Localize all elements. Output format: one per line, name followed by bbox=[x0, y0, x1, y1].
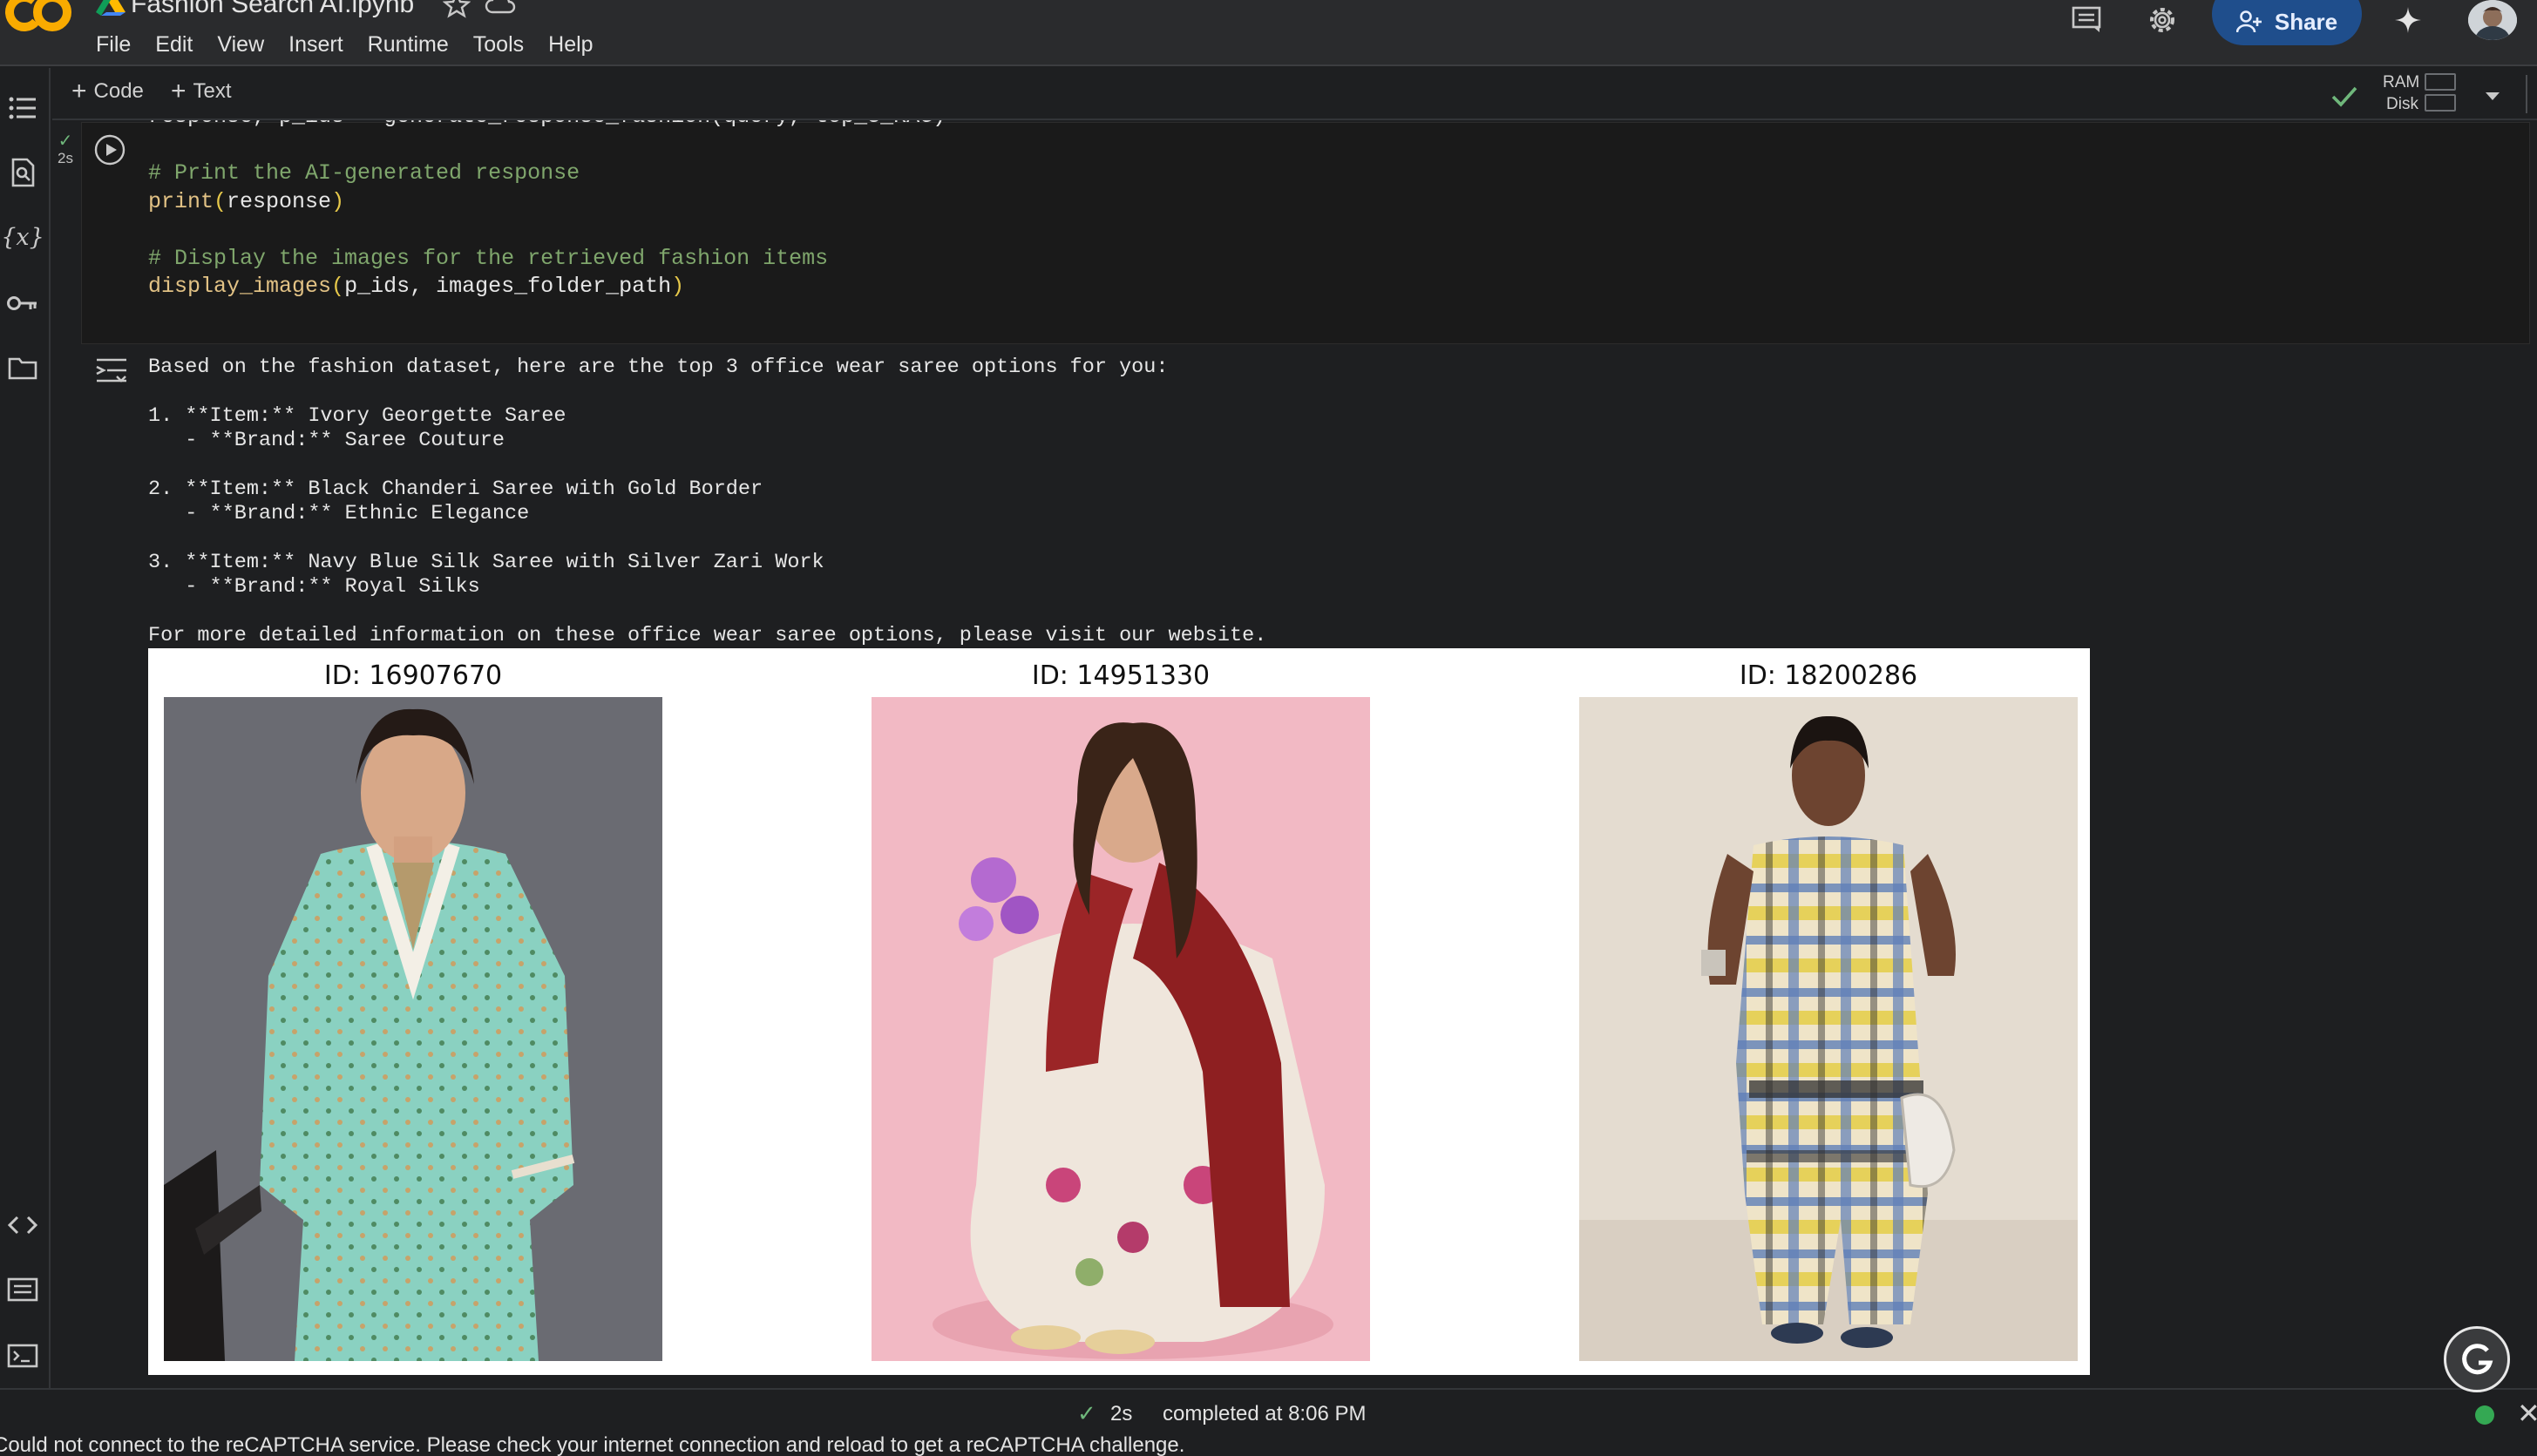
files-folder-icon[interactable] bbox=[5, 350, 40, 385]
code-arguments: p_ids, images_folder_path bbox=[344, 274, 672, 299]
secrets-key-icon[interactable] bbox=[5, 286, 40, 321]
status-completed-time: completed at 8:06 PM bbox=[1163, 1402, 1367, 1426]
star-icon[interactable] bbox=[443, 0, 471, 19]
code-function-name: display_images bbox=[148, 274, 332, 299]
code-line: print(response) bbox=[148, 188, 345, 214]
menu-insert[interactable]: Insert bbox=[276, 30, 356, 59]
menu-runtime[interactable]: Runtime bbox=[356, 30, 461, 59]
menu-help[interactable]: Help bbox=[536, 30, 605, 59]
variables-icon[interactable]: {x} bbox=[1, 220, 44, 254]
add-text-label: Text bbox=[193, 79, 232, 103]
connection-status-dot bbox=[2475, 1405, 2494, 1425]
product-id-label: ID: 14951330 bbox=[1031, 660, 1211, 691]
execution-status: ✓ 2s bbox=[54, 132, 77, 167]
share-label: Share bbox=[2274, 8, 2338, 35]
table-of-contents-icon[interactable] bbox=[5, 91, 40, 125]
close-icon[interactable]: ✕ bbox=[2517, 1397, 2537, 1430]
comments-icon[interactable] bbox=[2071, 5, 2102, 33]
code-comment: # Display the images for the retrieved f… bbox=[148, 245, 829, 271]
toolbar-divider bbox=[2526, 75, 2527, 113]
output-line: For more detailed information on these o… bbox=[148, 624, 1267, 647]
notebook-title[interactable]: Fashion Search AI.ipynb bbox=[131, 0, 414, 19]
command-palette-icon[interactable] bbox=[5, 1272, 40, 1307]
gemini-icon[interactable] bbox=[2393, 5, 2423, 35]
share-button[interactable]: Share bbox=[2212, 0, 2362, 45]
product-id-label: ID: 18200286 bbox=[1739, 660, 1918, 691]
find-icon[interactable] bbox=[5, 155, 40, 190]
output-line: 1. **Item:** Ivory Georgette Saree bbox=[148, 404, 566, 428]
status-bar: ✓ 2s completed at 8:06 PM ✕ Could not co… bbox=[0, 1388, 2537, 1456]
code-line: response, p_ids = generate_response_fash… bbox=[148, 104, 946, 129]
run-cell-button[interactable] bbox=[94, 134, 125, 166]
status-duration: 2s bbox=[1110, 1402, 1133, 1426]
exec-time: 2s bbox=[58, 150, 73, 166]
ram-label: RAM bbox=[2383, 73, 2420, 91]
product-id-label: ID: 16907670 bbox=[323, 660, 503, 691]
status-check-icon: ✓ bbox=[1077, 1400, 1096, 1426]
output-actions-icon[interactable] bbox=[94, 356, 129, 385]
product-image-grid: ID: 16907670 ID: 14951330 ID: 18200286 bbox=[148, 648, 2090, 1375]
cell-output-text: Based on the fashion dataset, here are t… bbox=[148, 356, 1266, 648]
add-code-button[interactable]: + Code bbox=[71, 78, 144, 105]
menu-view[interactable]: View bbox=[205, 30, 276, 59]
output-line: - **Brand:** Royal Silks bbox=[148, 575, 480, 599]
drive-icon[interactable] bbox=[96, 0, 125, 16]
code-arguments: response bbox=[227, 188, 332, 214]
header-bar: Fashion Search AI.ipynb File Edit View I… bbox=[0, 0, 2537, 66]
share-person-icon bbox=[2235, 10, 2262, 33]
output-line: Based on the fashion dataset, here are t… bbox=[148, 356, 1169, 379]
checked-kurta-photo bbox=[1579, 697, 2078, 1361]
add-text-button[interactable]: + Text bbox=[171, 78, 232, 105]
connected-check-icon bbox=[2331, 86, 2357, 107]
output-line: 3. **Item:** Navy Blue Silk Saree with S… bbox=[148, 551, 824, 574]
floral-suit-photo bbox=[872, 697, 1370, 1361]
code-line: display_images(p_ids, images_folder_path… bbox=[148, 274, 685, 299]
menu-bar: File Edit View Insert Runtime Tools Help bbox=[96, 30, 606, 59]
plus-icon: + bbox=[171, 77, 187, 105]
output-line: 2. **Item:** Black Chanderi Saree with G… bbox=[148, 477, 763, 501]
code-snippets-icon[interactable] bbox=[5, 1208, 40, 1243]
menu-file[interactable]: File bbox=[96, 30, 143, 59]
terminal-icon[interactable] bbox=[5, 1338, 40, 1373]
exec-check-icon: ✓ bbox=[58, 132, 73, 151]
recaptcha-error-message: Could not connect to the reCAPTCHA servi… bbox=[0, 1433, 1185, 1456]
cloud-saved-icon[interactable] bbox=[485, 0, 516, 17]
code-line: # Print the AI-generated response bbox=[148, 159, 946, 188]
ram-meter[interactable] bbox=[2425, 73, 2456, 91]
grammarly-icon[interactable] bbox=[2444, 1326, 2510, 1392]
output-line: - **Brand:** Saree Couture bbox=[148, 429, 505, 452]
add-code-label: Code bbox=[93, 79, 144, 103]
colab-logo[interactable] bbox=[3, 0, 73, 38]
code-line: # Display the images for the retrieved f… bbox=[148, 245, 946, 274]
settings-icon[interactable] bbox=[2146, 3, 2179, 37]
disk-label: Disk bbox=[2386, 95, 2418, 113]
avatar[interactable] bbox=[2468, 0, 2517, 40]
left-rail: {x} bbox=[0, 68, 51, 1388]
chevron-down-icon[interactable] bbox=[2482, 85, 2503, 106]
code-editor[interactable]: response, p_ids = generate_response_fash… bbox=[148, 103, 946, 301]
menu-edit[interactable]: Edit bbox=[143, 30, 205, 59]
output-line: - **Brand:** Ethnic Elegance bbox=[148, 502, 530, 525]
code-function-name: print bbox=[148, 188, 214, 214]
mint-green-kurta-photo bbox=[164, 697, 662, 1361]
menu-tools[interactable]: Tools bbox=[461, 30, 536, 59]
plus-icon: + bbox=[71, 77, 87, 105]
disk-meter[interactable] bbox=[2425, 94, 2456, 112]
code-comment: # Print the AI-generated response bbox=[148, 160, 580, 186]
